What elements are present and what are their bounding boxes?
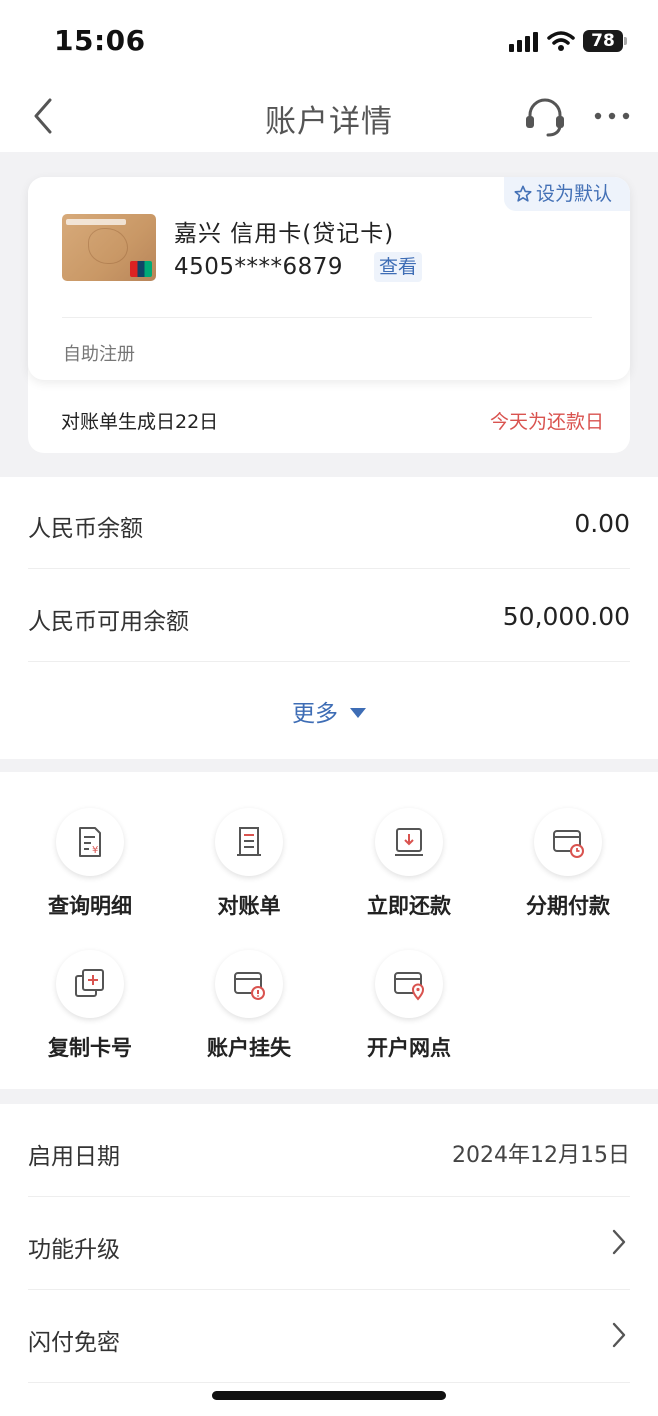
activation-date-label: 启用日期 [28,1144,120,1170]
available-balance-value: 50,000.00 [502,602,630,631]
statement-icon [237,827,261,856]
card-image [62,214,156,281]
card-info: 设为默认 嘉兴 信用卡(贷记卡) 4505****6879 查看 自助注册 [28,177,630,380]
statement-icon-bg [215,808,283,876]
copy-card-button[interactable]: 复制卡号 [10,914,170,1060]
more-button[interactable]: 更多 [0,694,658,728]
copy-card-label: 复制卡号 [48,1036,132,1060]
activation-date-row: 启用日期 2024年12月15日 [28,1104,630,1197]
quickpass-no-pin-row[interactable]: 闪付免密 [28,1290,630,1383]
card-number: 4505****6879 [174,254,344,280]
divider [62,317,592,318]
home-indicator[interactable] [212,1391,446,1400]
statement-button[interactable]: 对账单 [169,772,329,918]
card-name: 嘉兴 信用卡(贷记卡) [174,221,395,247]
branch-location-icon [394,972,425,1001]
branch-location-button[interactable]: 开户网点 [329,914,489,1060]
customer-service-icon[interactable] [522,94,568,140]
more-options-icon[interactable] [592,102,632,130]
installment-icon [553,830,584,858]
report-loss-button[interactable]: 账户挂失 [169,914,329,1060]
battery-tip [624,37,627,45]
report-loss-icon [234,972,265,1000]
balance-value: 0.00 [574,509,630,538]
triangle-down-icon [350,708,366,718]
set-default-button[interactable]: 设为默认 [504,177,630,211]
info-section: 启用日期 2024年12月15日 功能升级 闪付免密 [0,1104,658,1416]
statement-day: 对账单生成日22日 [61,411,219,433]
registration-type: 自助注册 [63,344,135,365]
signal-icon [509,32,538,52]
balance-section: 人民币余额 0.00 人民币可用余额 50,000.00 更多 [0,477,658,759]
copy-card-icon-bg [56,950,124,1018]
report-loss-label: 账户挂失 [207,1036,291,1060]
installment-icon-bg [534,808,602,876]
balance-row: 人民币余额 0.00 [28,477,630,569]
branch-location-icon-bg [375,950,443,1018]
unionpay-logo [130,261,152,277]
card-panel: 设为默认 嘉兴 信用卡(贷记卡) 4505****6879 查看 自助注册 对账… [28,177,630,453]
card-map-pattern [88,228,128,264]
card-bank-strip [66,219,126,225]
due-day-notice: 今天为还款日 [489,411,604,433]
function-grid: ¥ 查询明细 对账单 立即还款 分期付款 复制卡号 账户挂失 开户网点 [0,772,658,1089]
report-loss-icon-bg [215,950,283,1018]
status-time: 15:06 [54,24,146,57]
quickpass-no-pin-label: 闪付免密 [28,1330,120,1356]
detail-query-icon-bg: ¥ [56,808,124,876]
chevron-right-icon [612,1322,626,1348]
detail-query-icon: ¥ [79,827,101,857]
feature-upgrade-row[interactable]: 功能升级 [28,1197,630,1290]
repay-button[interactable]: 立即还款 [329,772,489,918]
set-default-label: 设为默认 [536,183,613,205]
branch-location-label: 开户网点 [367,1036,451,1060]
repay-icon-bg [375,808,443,876]
balance-label: 人民币余额 [28,516,143,542]
installment-label: 分期付款 [526,894,610,918]
svg-text:¥: ¥ [92,845,98,856]
available-balance-row: 人民币可用余额 50,000.00 [28,570,630,662]
installment-button[interactable]: 分期付款 [488,772,648,918]
repay-icon [395,828,423,856]
star-icon [514,185,532,202]
activation-date-value: 2024年12月15日 [452,1143,630,1168]
more-label: 更多 [292,701,338,727]
account-detail-screen: 15:06 78 账户详情 设为默认 嘉兴 信用卡(贷记卡) 4505****6… [0,0,658,1416]
available-balance-label: 人民币可用余额 [28,609,189,635]
status-bar: 15:06 78 [0,0,658,84]
battery-icon: 78 [583,30,623,52]
feature-upgrade-label: 功能升级 [28,1237,120,1263]
detail-query-button[interactable]: ¥ 查询明细 [10,772,170,918]
wifi-icon [547,31,575,51]
view-card-number-button[interactable]: 查看 [374,252,422,282]
copy-card-icon [75,969,104,997]
chevron-right-icon [612,1229,626,1255]
nav-bar: 账户详情 [0,84,658,152]
